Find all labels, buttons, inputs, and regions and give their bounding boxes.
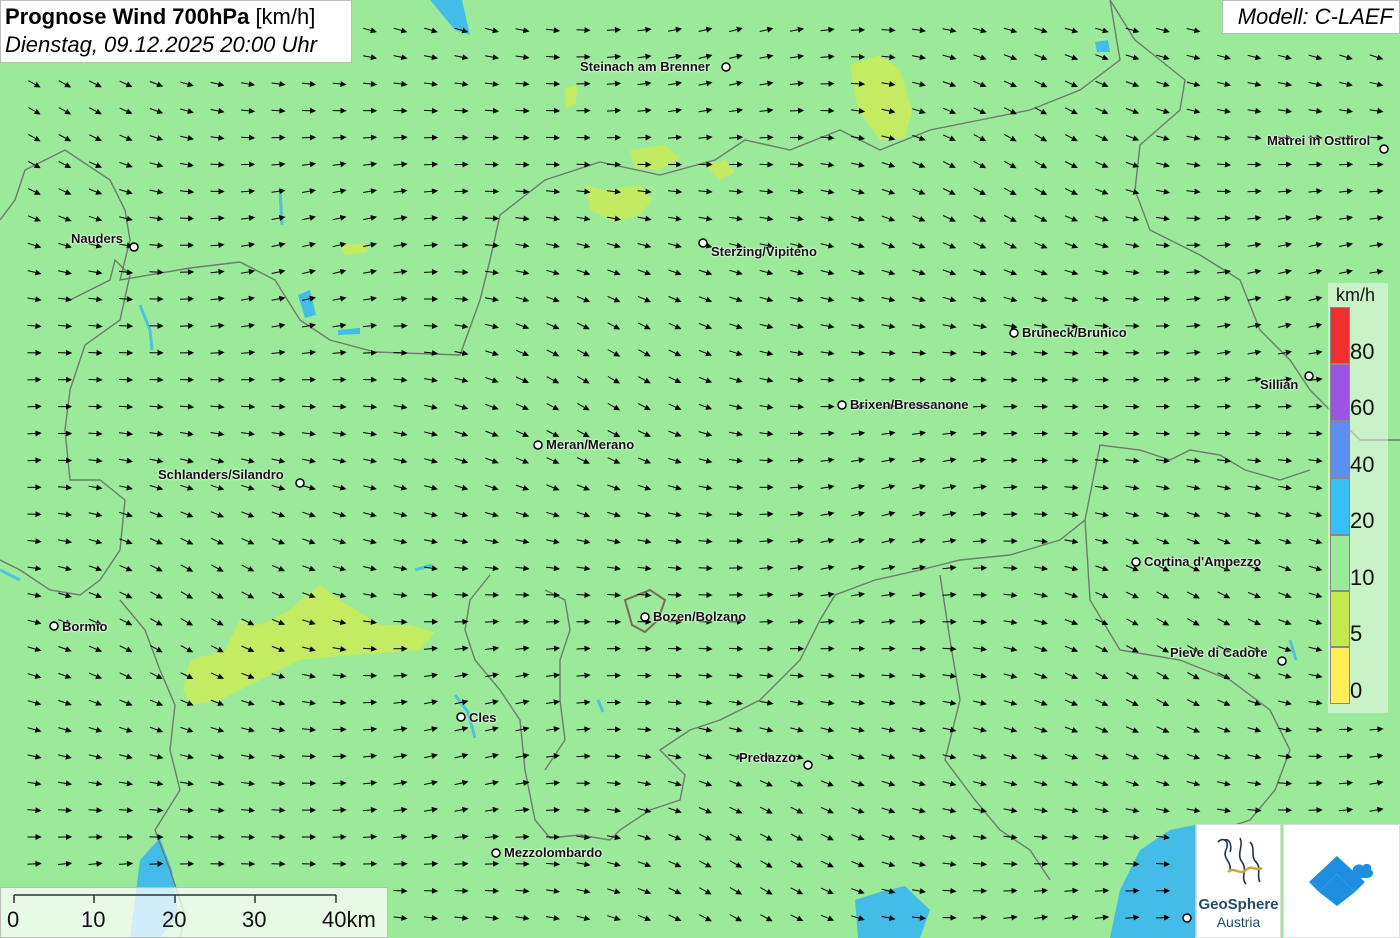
city-label-mezzolombardo: Mezzolombardo	[504, 845, 603, 860]
forecast-datetime: Dienstag, 09.12.2025 20:00 Uhr	[5, 32, 317, 57]
legend-swatch-20	[1330, 478, 1350, 535]
unit-label: [km/h]	[255, 4, 316, 29]
legend-swatch-5	[1330, 591, 1350, 647]
city-label-brixen: Brixen/Bressanone	[850, 397, 969, 412]
legend-swatch-60	[1330, 364, 1350, 421]
legend-swatch-0	[1330, 647, 1350, 704]
city-label-cortina: Cortina d'Ampezzo	[1144, 554, 1262, 569]
scale-label-40km: 40km	[322, 907, 376, 932]
legend-tick-80: 80	[1350, 339, 1375, 364]
legend-swatch-40	[1330, 421, 1350, 478]
model-label: Modell: C-LAEF	[1222, 0, 1400, 34]
city-label-bormio: Bormio	[62, 619, 108, 634]
city-label-meran: Meran/Merano	[546, 437, 635, 452]
geosphere-emblem-icon	[1217, 837, 1263, 885]
scale-label-20: 20	[162, 907, 187, 932]
legend-tick-60: 60	[1350, 395, 1375, 420]
legend-tick-40: 40	[1350, 452, 1375, 477]
city-label-pieve: Pieve di Cadore	[1170, 645, 1268, 660]
legend-tick-0: 0	[1350, 678, 1363, 703]
city-label-bruneck: Bruneck/Brunico	[1022, 325, 1127, 340]
city-label-nauders: Nauders	[71, 231, 124, 246]
title-box: Prognose Wind 700hPa [km/h] Dienstag, 09…	[0, 0, 352, 63]
scale-label-0: 0	[7, 907, 20, 932]
city-label-schlanders: Schlanders/Silandro	[158, 467, 284, 482]
geosphere-name: GeoSphere	[1198, 896, 1279, 913]
legend-title: km/h	[1336, 285, 1376, 305]
geosphere-country: Austria	[1216, 914, 1261, 930]
city-label-sterzing: Sterzing/Vipiteno	[711, 244, 817, 259]
city-label-sillian: Sillian	[1260, 377, 1299, 392]
city-label-matrei: Matrei in Osttirol	[1267, 133, 1371, 148]
mountain-cloud-icon	[1309, 856, 1374, 906]
legend-tick-5: 5	[1350, 621, 1363, 646]
city-label-steinach: Steinach am Brenner	[580, 59, 711, 74]
city-label-predazzo: Predazzo	[739, 750, 797, 765]
scale-label-10: 10	[81, 907, 106, 932]
legend-swatch-80	[1330, 307, 1350, 364]
city-label-bozen: Bozen/Bolzano	[653, 609, 747, 624]
map-title: Prognose Wind 700hPa [km/h]	[5, 4, 316, 29]
legend-tick-10: 10	[1350, 565, 1375, 590]
scale-label-30: 30	[242, 907, 267, 932]
city-label-cles: Cles	[469, 710, 497, 725]
legend-tick-20: 20	[1350, 508, 1375, 533]
legend-swatch-10	[1330, 535, 1350, 591]
